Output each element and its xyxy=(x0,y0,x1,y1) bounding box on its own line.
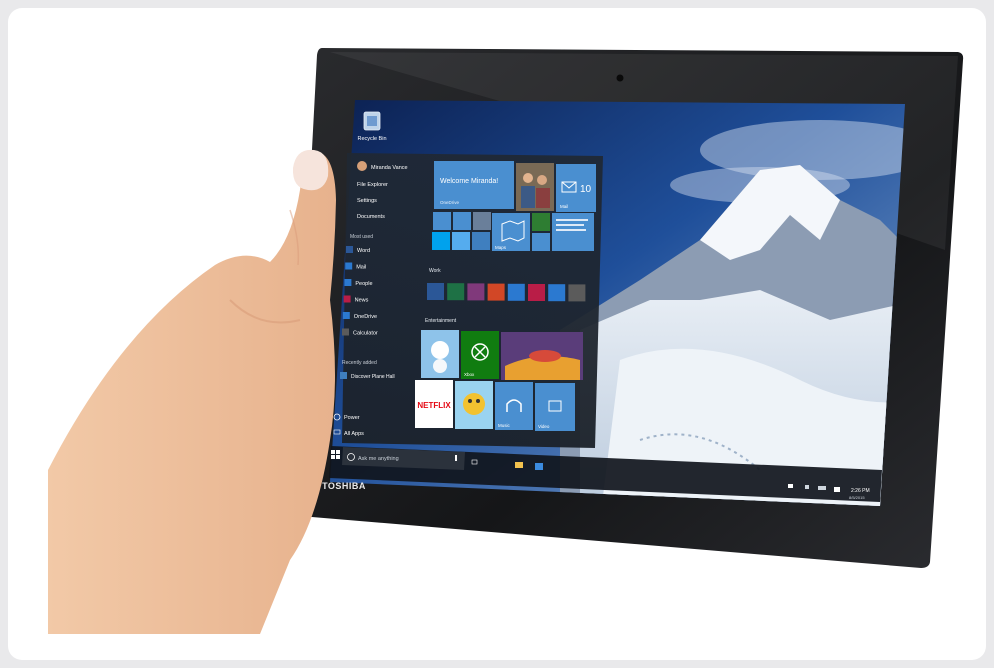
mail-label: Mail xyxy=(560,204,568,209)
camera-icon xyxy=(616,74,624,82)
microphone-icon xyxy=(455,455,457,461)
recycle-bin-label: Recycle Bin xyxy=(357,136,386,142)
most-used-label: Mail xyxy=(356,265,366,271)
power-label: Power xyxy=(344,415,360,421)
tile-photos[interactable] xyxy=(516,163,554,211)
tile-mail[interactable]: 10 Mail xyxy=(556,164,596,212)
most-used-heading: Most used xyxy=(350,234,373,240)
most-used-item[interactable]: OneDrive xyxy=(342,312,377,320)
start-place-item[interactable]: Documents xyxy=(357,214,385,220)
image-card: Recycle Bin Miranda Vance File Explorer S… xyxy=(8,8,986,660)
search-placeholder: Ask me anything xyxy=(358,456,399,462)
store-icon[interactable] xyxy=(535,463,543,470)
app-icon xyxy=(342,312,350,319)
notifications-icon[interactable] xyxy=(834,487,840,492)
start-place-item[interactable]: Settings xyxy=(357,198,377,204)
tile-welcome[interactable]: Welcome Miranda! OneDrive xyxy=(434,161,514,209)
most-used-label: Calculator xyxy=(353,331,378,337)
toshiba-logo: TOSHIBA xyxy=(322,481,366,491)
hand xyxy=(48,149,336,634)
most-used-item[interactable]: Calculator xyxy=(342,328,378,337)
tile-video[interactable]: Video xyxy=(535,383,575,431)
most-used-label: News xyxy=(355,298,369,304)
tile-contact[interactable] xyxy=(473,212,491,230)
work-app-tile[interactable] xyxy=(507,283,525,301)
most-used-item[interactable]: Word xyxy=(346,246,370,254)
entertainment-heading: Entertainment xyxy=(425,318,457,324)
most-used-label: People xyxy=(355,281,372,287)
tile-calendar[interactable] xyxy=(453,212,471,230)
tile-skype[interactable] xyxy=(432,232,450,250)
avatar[interactable] xyxy=(357,161,367,171)
user-name[interactable]: Miranda Vance xyxy=(371,165,408,171)
tile-frozen[interactable] xyxy=(421,330,459,378)
network-icon[interactable] xyxy=(805,485,809,489)
work-app-tile[interactable] xyxy=(467,283,485,301)
tablet-photo: Recycle Bin Miranda Vance File Explorer S… xyxy=(48,48,964,634)
work-heading: Work xyxy=(429,268,441,274)
windows-icon xyxy=(331,450,335,454)
tile-tripadvisor[interactable] xyxy=(532,213,550,231)
work-app-tile[interactable] xyxy=(487,283,505,301)
maps-label: Maps xyxy=(495,245,507,250)
tile-xbox[interactable]: Xbox xyxy=(461,331,499,379)
app-icon xyxy=(346,246,353,253)
work-app-tile[interactable] xyxy=(528,284,545,301)
welcome-text: Welcome Miranda! xyxy=(440,178,498,185)
recycle-bin-icon[interactable] xyxy=(363,111,381,131)
work-app-tile[interactable] xyxy=(427,283,444,300)
tile-twitter[interactable] xyxy=(452,232,470,250)
work-app-tile[interactable] xyxy=(447,283,465,301)
most-used-label: Word xyxy=(357,248,370,254)
battery-icon[interactable] xyxy=(818,486,826,490)
tile-game-bird[interactable] xyxy=(455,381,493,429)
work-app-tile[interactable] xyxy=(548,284,566,302)
clock-time[interactable]: 2:26 PM xyxy=(851,488,870,494)
recently-added-heading: Recently added xyxy=(342,360,377,366)
netflix-label: NETFLIX xyxy=(417,401,451,410)
app-icon xyxy=(342,328,349,336)
video-label: Video xyxy=(538,424,550,429)
all-apps-label: All Apps xyxy=(344,431,364,437)
app-icon xyxy=(344,279,352,286)
tile-office[interactable] xyxy=(532,233,550,251)
tile-music[interactable]: Music xyxy=(495,382,533,430)
app-icon xyxy=(340,372,347,379)
xbox-label: Xbox xyxy=(464,372,475,377)
app-icon xyxy=(343,295,351,303)
recently-added-label: Discover Plane Hall xyxy=(351,374,395,380)
most-used-item[interactable]: Mail xyxy=(345,262,366,271)
tile-racing-game[interactable] xyxy=(501,332,583,380)
mail-count: 10 xyxy=(580,184,592,195)
start-place-item[interactable]: File Explorer xyxy=(357,182,388,188)
file-explorer-icon[interactable] xyxy=(515,462,523,468)
tile-store[interactable] xyxy=(472,232,490,250)
tile-news-feed[interactable] xyxy=(552,213,594,251)
most-used-item[interactable]: News xyxy=(343,295,369,304)
tile-maps[interactable]: Maps xyxy=(492,213,530,251)
welcome-sub: OneDrive xyxy=(440,200,460,205)
most-used-item[interactable]: People xyxy=(344,279,373,287)
work-app-tile[interactable] xyxy=(568,284,586,302)
clock-date: 8/5/2015 xyxy=(849,495,865,500)
tile-netflix[interactable]: NETFLIX xyxy=(415,380,453,428)
music-label: Music xyxy=(498,423,511,428)
volume-icon[interactable] xyxy=(788,484,793,488)
tile-people[interactable] xyxy=(433,212,451,230)
app-icon xyxy=(345,262,353,270)
most-used-label: OneDrive xyxy=(354,314,377,320)
